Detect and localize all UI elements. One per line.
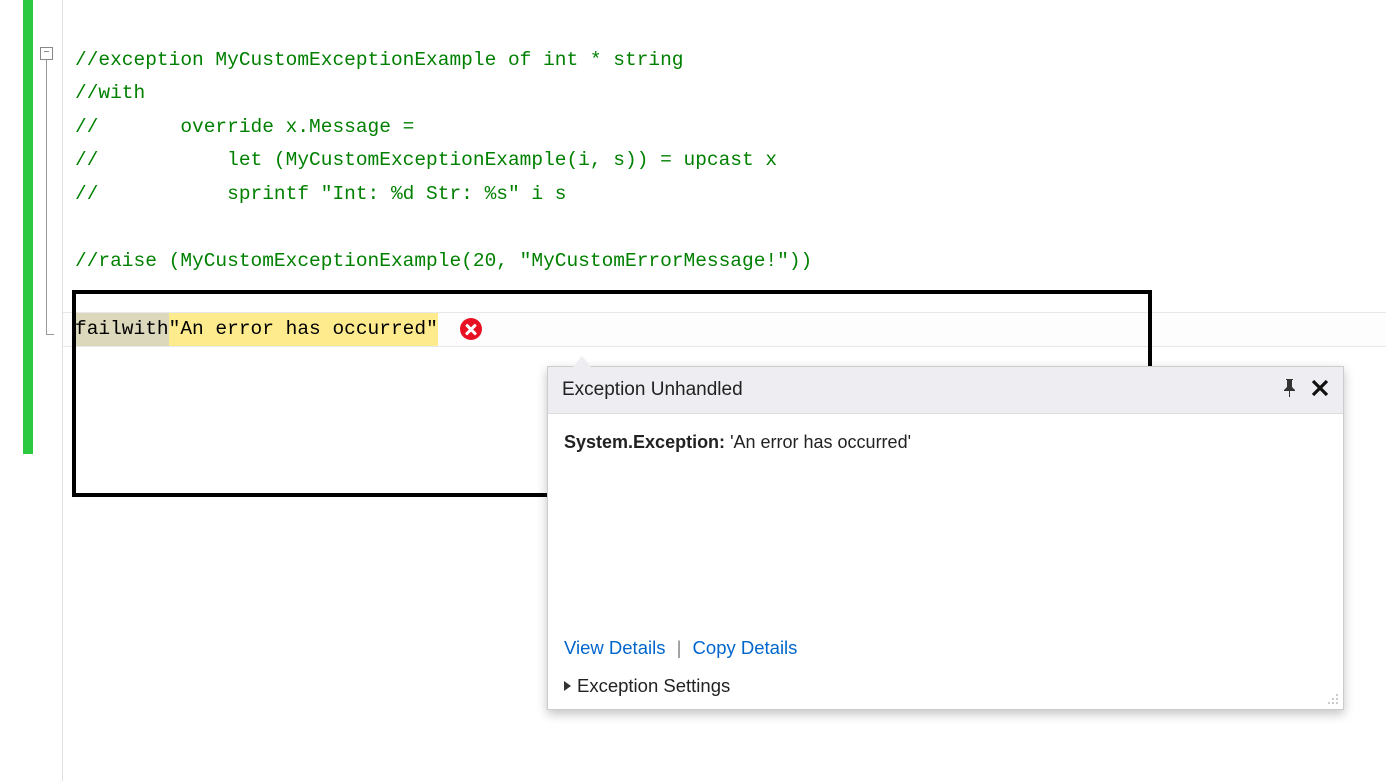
pin-icon[interactable] [1282,379,1297,402]
code-line-comment: // let (MyCustomExceptionExample(i, s)) … [63,144,1386,178]
code-line-comment: // sprintf "Int: %d Str: %s" i s [63,178,1386,212]
code-string-literal: "An error has occurred" [169,313,438,347]
popup-pointer-notch [572,356,592,368]
action-separator: | [677,637,682,658]
popup-spacer [548,467,1343,631]
exception-text: 'An error has occurred' [725,432,911,452]
outline-end-tick [46,334,54,335]
code-line-comment: //raise (MyCustomExceptionExample(20, "M… [63,245,1386,279]
code-line-comment: //exception MyCustomExceptionExample of … [63,44,1386,78]
outline-gutter: − [33,0,63,781]
chevron-right-icon [564,681,571,691]
collapse-region-icon[interactable]: − [40,47,53,60]
exception-type: System.Exception: [564,432,725,452]
resize-grip-icon[interactable] [1325,691,1339,705]
code-line-comment: // override x.Message = [63,111,1386,145]
code-line-blank [63,211,1386,245]
code-keyword: failwith [75,313,169,347]
popup-actions: View Details | Copy Details [548,631,1343,667]
popup-title: Exception Unhandled [562,379,743,401]
exception-helper-popup: Exception Unhandled System.Exception: 'A… [547,366,1344,710]
popup-header: Exception Unhandled [548,367,1343,414]
popup-header-controls [1282,377,1329,403]
exception-settings-expander[interactable]: Exception Settings [548,667,1343,709]
exception-settings-label: Exception Settings [577,675,730,697]
change-indicator-bar [23,0,33,454]
current-execution-line: failwith "An error has occurred" [63,312,1386,348]
popup-message: System.Exception: 'An error has occurred… [548,414,1343,467]
code-line-blank [63,278,1386,312]
code-line [63,10,1386,44]
close-icon[interactable] [1311,377,1329,403]
code-line-comment: //with [63,77,1386,111]
error-icon[interactable] [460,318,482,340]
outline-vertical-line [46,60,47,335]
view-details-link[interactable]: View Details [564,637,665,658]
copy-details-link[interactable]: Copy Details [693,637,798,658]
